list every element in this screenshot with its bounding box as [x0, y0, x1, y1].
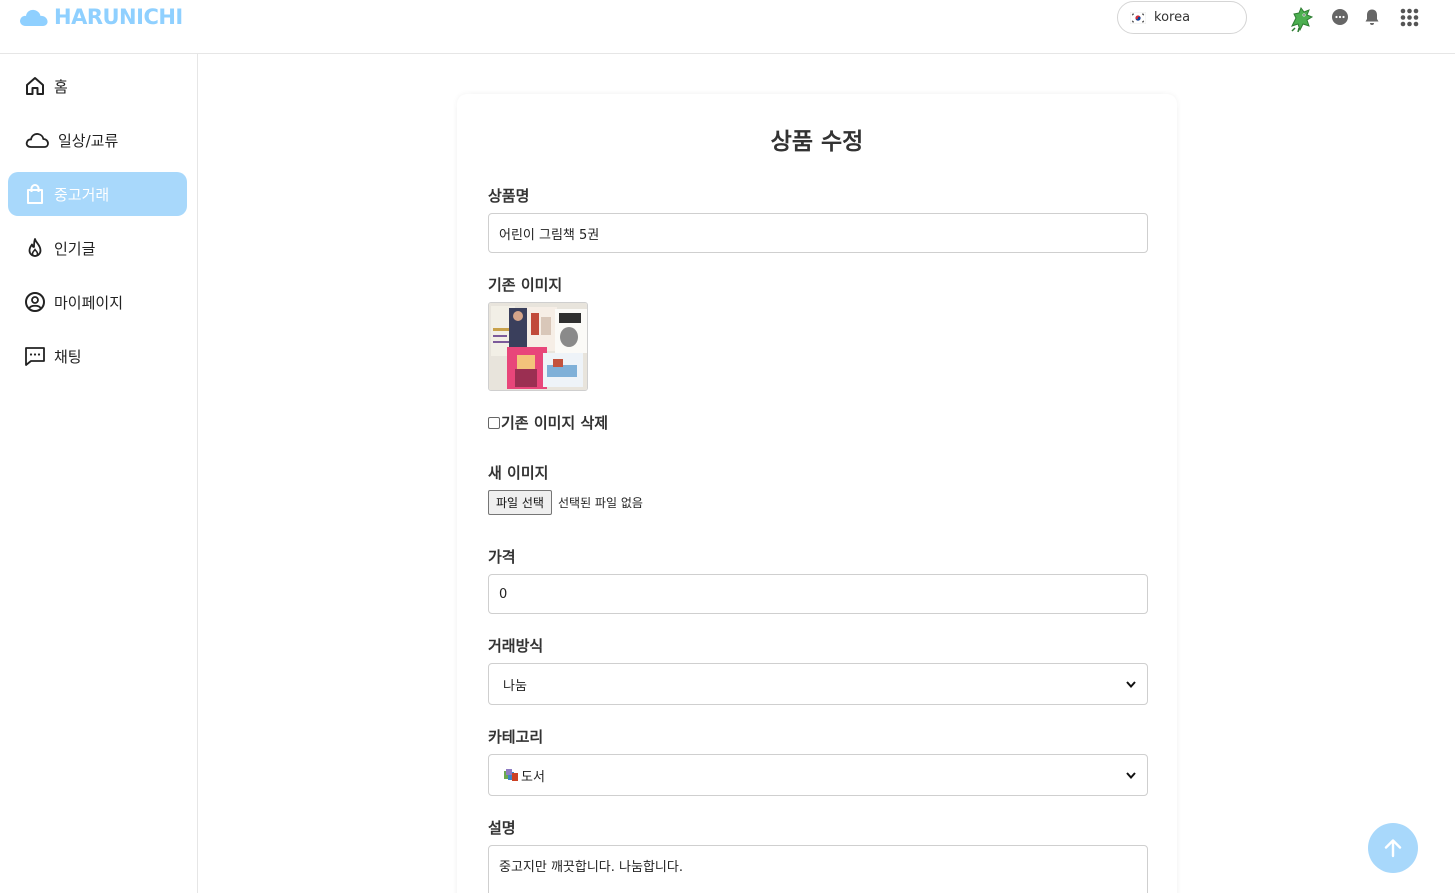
delete-image-checkbox[interactable] [488, 416, 500, 429]
korea-flag-icon [1129, 11, 1147, 24]
sidebar-item-label: 채팅 [54, 347, 82, 366]
language-label: korea [1154, 10, 1191, 25]
category-value: 도서 [521, 769, 545, 785]
cloud-icon [25, 133, 49, 148]
sidebar-item-label: 인기글 [54, 239, 96, 258]
category-select[interactable]: 도서 [488, 754, 1148, 796]
logo-text: HARUNICHI [54, 5, 183, 29]
sidebar-item-label: 중고거래 [54, 185, 110, 204]
sidebar-item-popular[interactable]: 인기글 [8, 226, 187, 270]
new-image-label: 새 이미지 [488, 464, 549, 482]
books-icon [504, 769, 518, 781]
delete-image-option[interactable]: 기존 이미지 삭제 [488, 412, 608, 433]
sidebar: 홈 일상/교류 중고거래 인기글 마이페이지 채팅 [0, 54, 198, 893]
trade-method-select[interactable]: 나눔 [488, 663, 1148, 705]
chat-bubble-icon[interactable] [1331, 8, 1349, 26]
description-textarea[interactable]: 중고지만 깨끗합니다. 나눔합니다. [488, 845, 1148, 893]
trade-method-label: 거래방식 [488, 637, 544, 655]
flame-icon [28, 238, 42, 257]
choose-file-button[interactable]: 파일 선택 [488, 490, 552, 515]
dragon-avatar-icon[interactable] [1286, 4, 1316, 34]
scroll-to-top-button[interactable] [1368, 823, 1418, 873]
sidebar-item-daily[interactable]: 일상/교류 [8, 118, 187, 162]
price-label: 가격 [488, 548, 516, 566]
sidebar-item-label: 마이페이지 [54, 293, 124, 312]
sidebar-item-label: 일상/교류 [58, 131, 119, 150]
file-status: 선택된 파일 없음 [557, 496, 643, 510]
description-label: 설명 [488, 819, 516, 837]
language-selector[interactable]: korea [1117, 1, 1247, 34]
existing-image-thumbnail [488, 302, 588, 391]
file-upload: 파일 선택 선택된 파일 없음 [488, 490, 643, 515]
sidebar-item-market[interactable]: 중고거래 [8, 172, 187, 216]
top-header: HARUNICHI korea [0, 0, 1455, 54]
category-label: 카테고리 [488, 728, 544, 746]
logo[interactable]: HARUNICHI [18, 5, 183, 29]
sidebar-item-home[interactable]: 홈 [8, 64, 187, 108]
product-name-label: 상품명 [488, 187, 530, 205]
shopping-bag-icon [27, 184, 43, 204]
product-name-input[interactable]: 어린이 그림책 5권 [488, 213, 1148, 253]
sidebar-item-label: 홈 [54, 77, 68, 96]
arrow-up-icon [1384, 839, 1402, 858]
chat-dots-icon [25, 347, 45, 366]
delete-image-label: 기존 이미지 삭제 [501, 414, 609, 432]
price-input[interactable]: 0 [488, 574, 1148, 614]
chevron-down-icon [1126, 681, 1136, 689]
page-title: 상품 수정 [770, 129, 864, 155]
cloud-logo-icon [20, 9, 48, 26]
trade-method-value: 나눔 [503, 678, 527, 694]
description-value: 중고지만 깨끗합니다. 나눔합니다. [499, 860, 683, 875]
existing-image-label: 기존 이미지 [488, 276, 563, 294]
apps-grid-icon[interactable] [1400, 8, 1419, 27]
chevron-down-icon [1126, 772, 1136, 780]
price-value: 0 [499, 586, 508, 602]
bell-icon[interactable] [1363, 8, 1381, 26]
sidebar-item-mypage[interactable]: 마이페이지 [8, 280, 187, 324]
home-icon [26, 77, 44, 95]
sidebar-item-chat[interactable]: 채팅 [8, 334, 187, 378]
user-circle-icon [25, 292, 45, 312]
product-name-value: 어린이 그림책 5권 [499, 227, 600, 243]
